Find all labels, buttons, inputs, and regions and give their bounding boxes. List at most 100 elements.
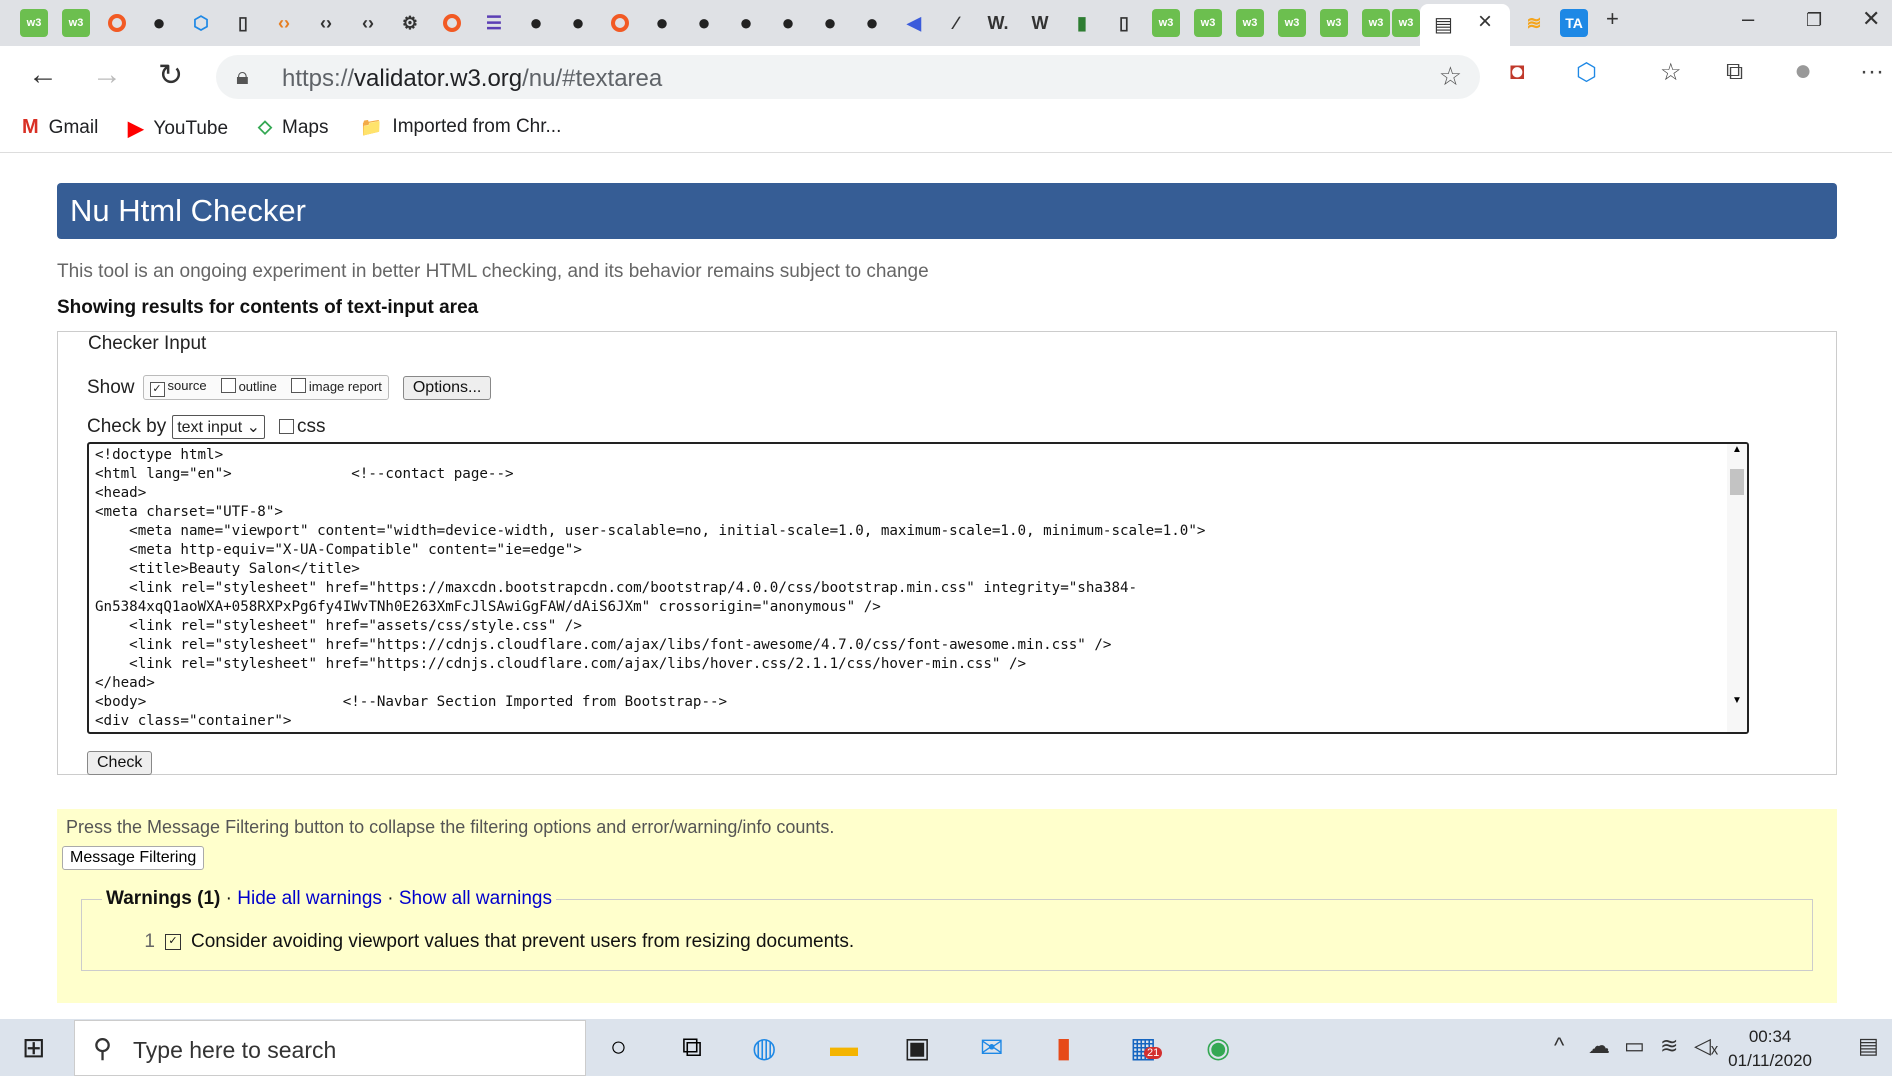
- more-menu-icon[interactable]: ···: [1860, 58, 1884, 86]
- office-icon[interactable]: ▮: [1056, 1031, 1071, 1064]
- check-button[interactable]: Check: [87, 751, 153, 775]
- checkbox-checked-icon[interactable]: ✓: [149, 382, 165, 397]
- collections-icon[interactable]: ⧉: [1726, 58, 1743, 86]
- tab-ta[interactable]: TA: [1560, 9, 1588, 37]
- tab-doc[interactable]: ▯: [1110, 9, 1138, 37]
- file-explorer-icon[interactable]: ▬: [830, 1031, 858, 1063]
- forward-icon[interactable]: →: [92, 58, 122, 92]
- chrome-icon[interactable]: ◉: [1206, 1031, 1230, 1064]
- bookmark-youtube[interactable]: ▶ YouTube: [128, 116, 228, 141]
- tab-w3[interactable]: w3: [62, 9, 90, 37]
- store-icon[interactable]: ▣: [904, 1031, 930, 1064]
- back-icon[interactable]: ←: [28, 58, 58, 92]
- tray-chevron-up-icon[interactable]: ^: [1554, 1033, 1564, 1059]
- textarea-scrollbar[interactable]: ▲ ▼: [1727, 444, 1747, 732]
- tab-github[interactable]: ●: [648, 9, 676, 37]
- tab-stack[interactable]: ≋: [1520, 9, 1548, 37]
- tab-github[interactable]: ●: [732, 9, 760, 37]
- options-button[interactable]: Options...: [402, 375, 492, 400]
- tab-w3[interactable]: w3: [1278, 9, 1306, 37]
- tab-opera[interactable]: [438, 9, 466, 37]
- show-label: Show: [87, 376, 135, 398]
- source-textarea[interactable]: <!doctype html> <html lang="en"> <!--con…: [87, 442, 1749, 734]
- bookmark-maps[interactable]: ⬦ Maps: [258, 116, 328, 139]
- tab-github[interactable]: ●: [774, 9, 802, 37]
- favorite-star-icon[interactable]: ☆: [1439, 61, 1462, 92]
- mail-icon[interactable]: ✉: [980, 1031, 1003, 1064]
- scrollbar-thumb[interactable]: [1730, 469, 1744, 495]
- checkbox-icon[interactable]: [290, 378, 306, 393]
- tab-w3[interactable]: w3: [1320, 9, 1348, 37]
- warning-checkbox-icon[interactable]: ✓: [165, 934, 181, 950]
- tab-w3[interactable]: w3: [1194, 9, 1222, 37]
- battery-icon[interactable]: ▭: [1624, 1033, 1645, 1059]
- tab-code[interactable]: ‹›: [354, 9, 382, 37]
- wifi-icon[interactable]: ≋: [1660, 1033, 1678, 1059]
- bookmark-gmail[interactable]: M Gmail: [22, 116, 98, 139]
- tab-opera[interactable]: [606, 9, 634, 37]
- css-option[interactable]: css: [279, 416, 326, 438]
- address-bar[interactable]: 🔒︎ https://validator.w3.org/nu/#textarea…: [216, 55, 1480, 99]
- tab-github[interactable]: ●: [816, 9, 844, 37]
- tab-opera[interactable]: [103, 9, 131, 37]
- show-all-warnings-link[interactable]: Show all warnings: [399, 888, 552, 909]
- restore-icon[interactable]: ❐: [1806, 10, 1822, 31]
- tab-w3[interactable]: w3: [1152, 9, 1180, 37]
- windows-start-icon[interactable]: ⊞: [22, 1031, 45, 1064]
- scroll-down-icon[interactable]: ▼: [1732, 695, 1742, 706]
- bookmark-folder[interactable]: 📁 Imported from Chr...: [360, 116, 561, 138]
- checkbox-icon[interactable]: [279, 419, 294, 434]
- tab-w3[interactable]: w3: [1362, 9, 1390, 37]
- tab-code[interactable]: ‹›: [270, 9, 298, 37]
- refresh-icon[interactable]: ↻: [158, 58, 183, 93]
- taskbar-clock[interactable]: 00:34 01/11/2020: [1728, 1025, 1812, 1073]
- hide-all-warnings-link[interactable]: Hide all warnings: [237, 888, 382, 909]
- tab-book[interactable]: ▮: [1068, 9, 1096, 37]
- tab-github[interactable]: ●: [522, 9, 550, 37]
- onedrive-icon[interactable]: ☁: [1588, 1033, 1610, 1059]
- favorites-icon[interactable]: ☆: [1660, 58, 1682, 87]
- tab-w3[interactable]: w3: [20, 9, 48, 37]
- tab-github[interactable]: ●: [145, 9, 173, 37]
- action-center-icon[interactable]: ▤: [1858, 1033, 1879, 1059]
- check-by-select[interactable]: text input ⌄: [172, 415, 265, 439]
- tab-github[interactable]: ●: [858, 9, 886, 37]
- show-image-report-option[interactable]: image report: [290, 378, 382, 397]
- show-source-option[interactable]: ✓ source: [149, 378, 207, 397]
- volume-muted-icon[interactable]: ◁ₓ: [1694, 1033, 1718, 1059]
- profile-avatar[interactable]: ●: [1794, 54, 1812, 88]
- tab-w[interactable]: W.: [984, 9, 1012, 37]
- message-filtering-button[interactable]: Message Filtering: [62, 846, 205, 870]
- pocket-extension-icon[interactable]: ◘: [1510, 58, 1525, 86]
- tab-code[interactable]: ‹›: [312, 9, 340, 37]
- checkbox-icon[interactable]: [220, 378, 236, 393]
- tab-feather[interactable]: ∕: [942, 9, 970, 37]
- tab-github[interactable]: ●: [564, 9, 592, 37]
- new-tab-icon[interactable]: +: [1606, 6, 1619, 32]
- tab-arrow[interactable]: ◀: [900, 9, 928, 37]
- cortana-icon[interactable]: ○: [610, 1031, 627, 1063]
- minimize-icon[interactable]: –: [1742, 6, 1754, 32]
- tab-doc[interactable]: ▯: [229, 9, 257, 37]
- tab-w3[interactable]: w3: [1236, 9, 1264, 37]
- tab-w3[interactable]: w3: [1392, 9, 1420, 37]
- tab-wikipedia[interactable]: W: [1026, 9, 1054, 37]
- tab-list[interactable]: ☰: [480, 9, 508, 37]
- task-view-icon[interactable]: ⧉: [682, 1031, 702, 1064]
- url-text[interactable]: https://validator.w3.org/nu/#textarea: [282, 65, 662, 93]
- active-tab[interactable]: ▤ ×: [1420, 4, 1510, 46]
- tab-hex[interactable]: ⬡: [187, 9, 215, 37]
- tab-settings[interactable]: ⚙: [396, 9, 424, 37]
- github-icon: ●: [571, 10, 585, 35]
- taskbar-search[interactable]: ⚲ Type here to search: [74, 1020, 586, 1076]
- show-outline-option[interactable]: outline: [220, 378, 277, 397]
- close-tab-icon[interactable]: ×: [1478, 8, 1492, 36]
- tab-github[interactable]: ●: [690, 9, 718, 37]
- edge-icon[interactable]: ◍: [752, 1031, 776, 1064]
- close-window-icon[interactable]: ✕: [1862, 6, 1880, 32]
- scroll-up-icon[interactable]: ▲: [1732, 444, 1742, 455]
- source-code-text[interactable]: <!doctype html> <html lang="en"> <!--con…: [95, 446, 1205, 731]
- show-options-group: ✓ source outline image report: [142, 375, 389, 400]
- extension-icon[interactable]: ⬡: [1576, 58, 1597, 87]
- calendar-app-icon[interactable]: ▦ 21: [1130, 1031, 1163, 1064]
